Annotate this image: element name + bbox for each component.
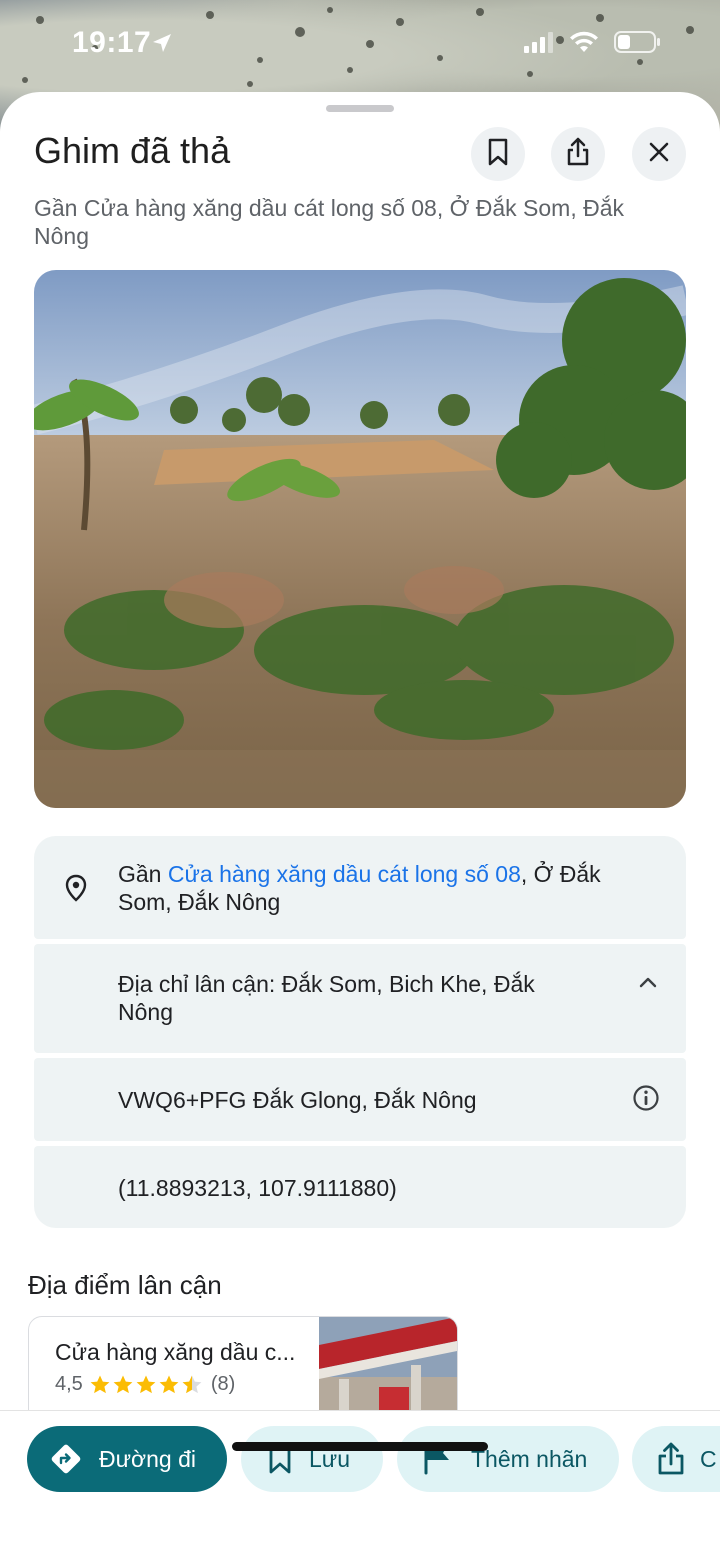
info-icon[interactable] — [632, 1084, 660, 1117]
directions-label: Đường đi — [99, 1445, 196, 1472]
plus-code-row[interactable]: VWQ6+PFG Đắk Glong, Đắk Nông — [34, 1058, 686, 1141]
street-view-photo[interactable] — [34, 270, 686, 808]
share-chip[interactable]: C — [632, 1426, 720, 1492]
coordinates-row[interactable]: (11.8893213, 107.9111880) — [34, 1146, 686, 1228]
share-icon — [656, 1442, 686, 1476]
status-indicators — [524, 30, 662, 59]
add-label-text: Thêm nhãn — [471, 1445, 588, 1472]
close-button[interactable] — [632, 127, 686, 181]
street-view-image — [34, 270, 686, 808]
place-subtitle: Gần Cửa hàng xăng dầu cát long số 08, Ở … — [34, 195, 625, 249]
directions-button[interactable]: Đường đi — [27, 1426, 227, 1492]
nearby-place-rating: 4,5 (8) — [55, 1373, 235, 1396]
bookmark-icon — [485, 138, 511, 171]
nearby-place-name: Cửa hàng xăng dầu c... — [55, 1339, 296, 1365]
near-prefix: Gần — [118, 861, 168, 887]
save-chip[interactable]: Lưu — [241, 1426, 383, 1492]
save-button[interactable] — [471, 127, 525, 181]
coordinates-text: (11.8893213, 107.9111880) — [118, 1175, 397, 1201]
share-button[interactable] — [551, 127, 605, 181]
pin-icon — [64, 874, 88, 907]
sheet-grabber[interactable] — [326, 105, 394, 112]
battery-icon — [614, 30, 662, 59]
share-icon — [564, 137, 592, 172]
near-place-link[interactable]: Cửa hàng xăng dầu cát long số 08 — [168, 861, 521, 887]
star-icons — [90, 1375, 202, 1393]
add-label-button[interactable]: Thêm nhãn — [397, 1426, 619, 1492]
near-place-text: Gần Cửa hàng xăng dầu cát long số 08, Ở … — [118, 860, 648, 916]
rating-stars — [89, 1374, 205, 1396]
nearby-heading: Địa điểm lân cận — [28, 1270, 222, 1300]
share-label: C — [700, 1445, 717, 1472]
rating-value: 4,5 — [55, 1373, 83, 1395]
status-time: 19:17 — [72, 26, 152, 59]
plus-code-text: VWQ6+PFG Đắk Glong, Đắk Nông — [118, 1087, 477, 1113]
home-indicator[interactable] — [232, 1442, 488, 1451]
nearby-address-row[interactable]: Địa chỉ lân cận: Đắk Som, Bich Khe, Đắk … — [34, 944, 686, 1053]
near-place-row[interactable]: Gần Cửa hàng xăng dầu cát long số 08, Ở … — [34, 836, 686, 939]
directions-icon — [49, 1442, 83, 1476]
close-icon — [647, 140, 671, 169]
page-title: Ghim đã thả — [34, 130, 231, 171]
chevron-up-icon[interactable] — [636, 974, 660, 997]
wifi-icon — [568, 30, 600, 59]
rating-count: (8) — [210, 1373, 236, 1395]
signal-icon — [524, 31, 554, 58]
action-bar: Đường đi Lưu Thêm nhãn C — [0, 1410, 720, 1558]
navigation-arrow-icon — [150, 31, 174, 60]
place-sheet: Ghim đã thả Gần Cửa hàng xăng dầu cát lo… — [0, 92, 720, 1558]
status-bar: 19:17 — [0, 0, 720, 88]
nearby-address-text: Địa chỉ lân cận: Đắk Som, Bich Khe, Đắk … — [118, 971, 535, 1025]
